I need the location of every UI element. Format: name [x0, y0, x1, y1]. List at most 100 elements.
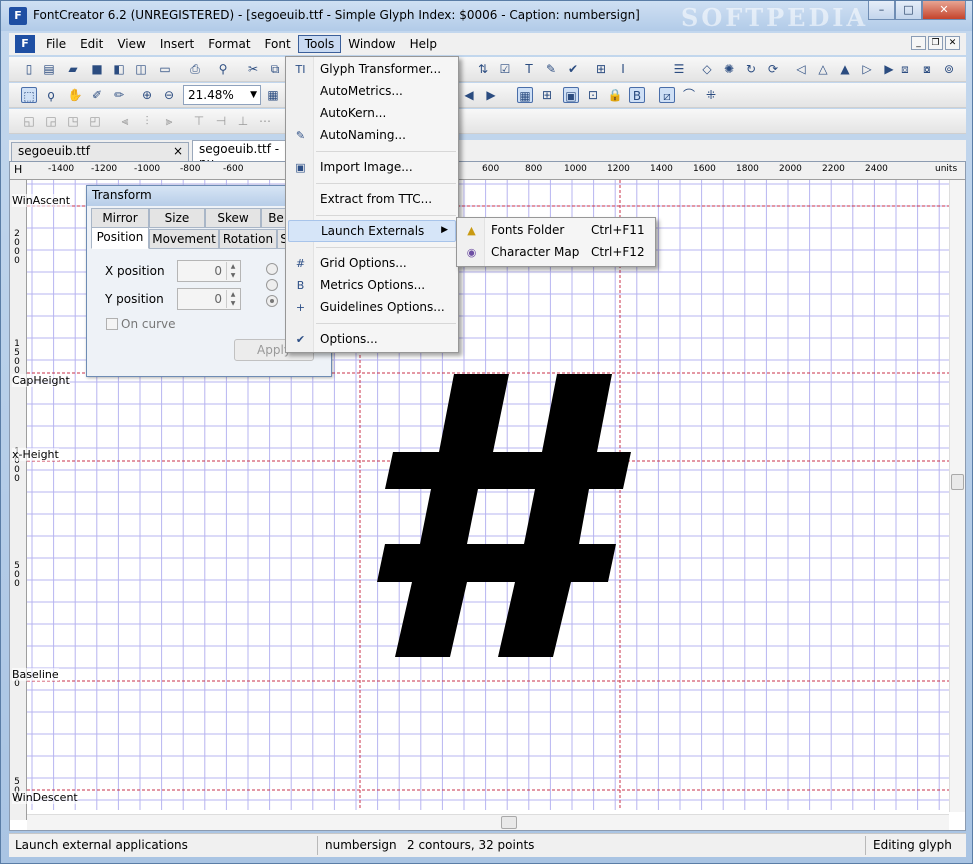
document-icon[interactable]: F [15, 35, 35, 53]
vertical-scrollbar[interactable] [949, 180, 965, 812]
align-left-icon[interactable]: ◁ [793, 61, 809, 77]
validate-icon[interactable]: ☑ [497, 61, 513, 77]
scroll-thumb[interactable] [951, 474, 964, 490]
align-top-icon[interactable]: ⊤ [191, 113, 207, 129]
x-position-input[interactable]: 0 ▲ ▼ [177, 260, 241, 282]
align-right2-icon[interactable]: ▶ [881, 61, 897, 77]
arrow-right-icon[interactable]: ▶ [483, 87, 499, 103]
spinner-arrows-icon[interactable]: ▲ ▼ [226, 290, 239, 308]
anchor-radio[interactable] [266, 295, 278, 307]
light-icon[interactable]: ✺ [721, 61, 737, 77]
tab-movement[interactable]: Movement [149, 229, 219, 249]
minimize-button[interactable]: – [868, 1, 895, 20]
ungroup-icon[interactable]: ⧇ [919, 61, 935, 77]
folder-icon[interactable]: ▭ [157, 61, 173, 77]
forward-icon[interactable]: ◲ [43, 113, 59, 129]
zoom-out-icon[interactable]: ⊖ [161, 87, 177, 103]
refresh-icon[interactable]: ↻ [743, 61, 759, 77]
mdi-close-button[interactable]: ✕ [945, 36, 960, 50]
group-icon[interactable]: ⧈ [897, 61, 913, 77]
text-icon[interactable]: T [521, 61, 537, 77]
menu-item-guidelines-options[interactable]: + Guidelines Options... [288, 297, 456, 319]
send-back-icon[interactable]: ◰ [87, 113, 103, 129]
scroll-thumb[interactable] [501, 816, 517, 829]
curve-icon[interactable]: ⌒ [681, 87, 697, 103]
menu-tools[interactable]: Tools [297, 35, 342, 53]
loop-icon[interactable]: ⟳ [765, 61, 781, 77]
menu-format[interactable]: Format [201, 35, 257, 53]
fit-icon[interactable]: ▦ [265, 87, 281, 103]
horizontal-scrollbar[interactable] [27, 814, 949, 830]
close-button[interactable]: ✕ [922, 1, 966, 20]
menu-item-fonts-folder[interactable]: ▲ Fonts Folder Ctrl+F11 [459, 220, 653, 242]
copy-icon[interactable]: ⧉ [267, 61, 283, 77]
save-all-icon[interactable]: ◧ [111, 61, 127, 77]
naming-icon[interactable]: ✎ [543, 61, 559, 77]
menu-item-grid-options[interactable]: # Grid Options... [288, 253, 456, 275]
spinner-arrows-icon[interactable]: ▲ ▼ [226, 262, 239, 280]
save-icon[interactable]: ■ [89, 61, 105, 77]
anchor-radio[interactable] [266, 279, 278, 291]
print-icon[interactable]: ⎙ [187, 61, 203, 77]
on-curve-checkbox[interactable] [106, 318, 118, 330]
menu-item-glyph-transformer[interactable]: TI Glyph Transformer... [288, 59, 456, 81]
arrow-left-icon[interactable]: ◀ [461, 87, 477, 103]
menu-edit[interactable]: Edit [73, 35, 110, 53]
nodes-icon[interactable]: ⁜ [703, 87, 719, 103]
maximize-button[interactable]: □ [895, 1, 922, 20]
align-left-edge-icon[interactable]: ⫷ [117, 113, 133, 129]
mdi-restore-button[interactable]: ❐ [928, 36, 943, 50]
zoom-in-icon[interactable]: ⊕ [139, 87, 155, 103]
snap-icon[interactable]: ⧄ [659, 87, 675, 103]
triangle2-icon[interactable]: ▲ [837, 61, 853, 77]
tab-mirror[interactable]: Mirror [91, 208, 149, 228]
grid2-icon[interactable]: ⊞ [539, 87, 555, 103]
distribute-icon[interactable]: ⋯ [257, 113, 273, 129]
pen-icon[interactable]: ✐ [89, 87, 105, 103]
copy-file-icon[interactable]: ◫ [133, 61, 149, 77]
backward-icon[interactable]: ◳ [65, 113, 81, 129]
menu-item-options[interactable]: ✔ Options... [288, 329, 456, 351]
brush-icon[interactable]: ✏ [111, 87, 127, 103]
info-icon[interactable]: I [615, 61, 631, 77]
tab-skew[interactable]: Skew [205, 208, 261, 228]
menu-item-import-image[interactable]: ▣ Import Image... [288, 157, 456, 179]
align-middle-icon[interactable]: ⊣ [213, 113, 229, 129]
menu-help[interactable]: Help [403, 35, 444, 53]
menu-item-character-map[interactable]: ◉ Character Map Ctrl+F12 [459, 242, 653, 264]
find-icon[interactable]: ⚲ [215, 61, 231, 77]
menu-file[interactable]: File [39, 35, 73, 53]
menu-item-autokern[interactable]: AutoKern... [288, 103, 456, 125]
preview-icon[interactable]: ⊞ [593, 61, 609, 77]
menu-item-extract-ttc[interactable]: Extract from TTC... [288, 189, 456, 211]
select-icon[interactable]: ⬚ [21, 87, 37, 103]
bold-b-icon[interactable]: B [629, 87, 645, 103]
cut-icon[interactable]: ✂ [245, 61, 261, 77]
mdi-minimize-button[interactable]: _ [911, 36, 926, 50]
menu-item-launch-externals[interactable]: Launch Externals ▶ [288, 220, 456, 242]
menu-font[interactable]: Font [258, 35, 298, 53]
align-bottom-icon[interactable]: ⊥ [235, 113, 251, 129]
lock-icon[interactable]: 🔒 [607, 87, 623, 103]
properties-icon[interactable]: ☰ [671, 61, 687, 77]
zoom-select[interactable]: 21.48% ▼ [183, 85, 261, 105]
lasso-icon[interactable]: ϙ [43, 87, 59, 103]
new-icon[interactable]: ▯ [21, 61, 37, 77]
open-icon[interactable]: ▰ [65, 61, 81, 77]
new-font-icon[interactable]: ▤ [41, 61, 57, 77]
tab-position[interactable]: Position [91, 227, 149, 249]
app-icon[interactable]: F [9, 7, 27, 25]
hand-icon[interactable]: ✋ [67, 87, 83, 103]
combine-icon[interactable]: ⊚ [941, 61, 957, 77]
bring-front-icon[interactable]: ◱ [21, 113, 37, 129]
guides-icon[interactable]: ⊡ [585, 87, 601, 103]
tab-segoeuib[interactable]: segoeuib.ttf × [11, 142, 189, 161]
grid-icon[interactable]: ▦ [517, 87, 533, 103]
align-right-icon[interactable]: ▷ [859, 61, 875, 77]
menu-insert[interactable]: Insert [153, 35, 201, 53]
menu-item-metrics-options[interactable]: B Metrics Options... [288, 275, 456, 297]
metrics-icon[interactable]: ▣ [563, 87, 579, 103]
menu-view[interactable]: View [110, 35, 152, 53]
anchor-radio[interactable] [266, 263, 278, 275]
menu-item-autometrics[interactable]: AutoMetrics... [288, 81, 456, 103]
